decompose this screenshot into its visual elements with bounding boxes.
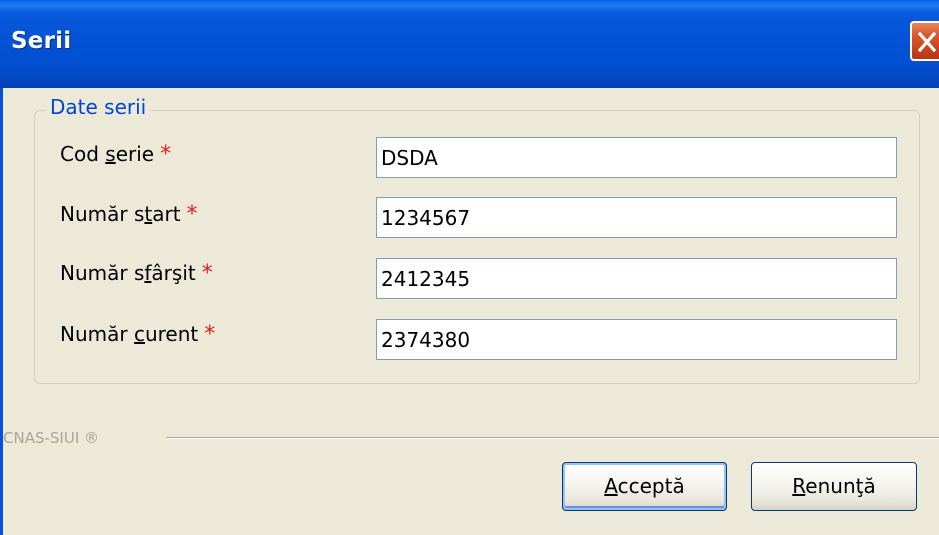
mnemonic-letter: c: [133, 322, 145, 346]
serii-dialog: Serii Date serii Cod serie* Număr start*…: [0, 0, 939, 535]
cancel-button[interactable]: Renunţă: [751, 462, 917, 511]
required-marker: *: [204, 322, 216, 347]
cod-serie-input[interactable]: [376, 137, 897, 178]
required-marker: *: [201, 261, 213, 286]
numar-sfarsit-label: Număr sfârşit *: [60, 261, 213, 286]
numar-start-input[interactable]: [376, 197, 897, 238]
required-marker: *: [160, 142, 172, 167]
mnemonic-letter: s: [105, 142, 116, 166]
close-icon: [917, 31, 937, 53]
window-frame: [0, 88, 3, 535]
close-button[interactable]: [910, 21, 939, 61]
numar-curent-label: Număr curent *: [60, 322, 216, 347]
cod-serie-label: Cod serie *: [60, 142, 172, 167]
title-bar[interactable]: Serii: [0, 0, 939, 88]
numar-curent-input[interactable]: [376, 319, 897, 360]
accept-button[interactable]: Acceptă: [562, 462, 727, 511]
groupbox-legend: Date serii: [46, 94, 151, 120]
footer-divider: [166, 437, 939, 439]
brand-label: CNAS-SIUI ®: [3, 429, 100, 447]
window-title: Serii: [11, 28, 72, 54]
numar-start-label: Număr start *: [60, 202, 198, 227]
numar-sfarsit-input[interactable]: [376, 258, 897, 299]
required-marker: *: [186, 202, 198, 227]
